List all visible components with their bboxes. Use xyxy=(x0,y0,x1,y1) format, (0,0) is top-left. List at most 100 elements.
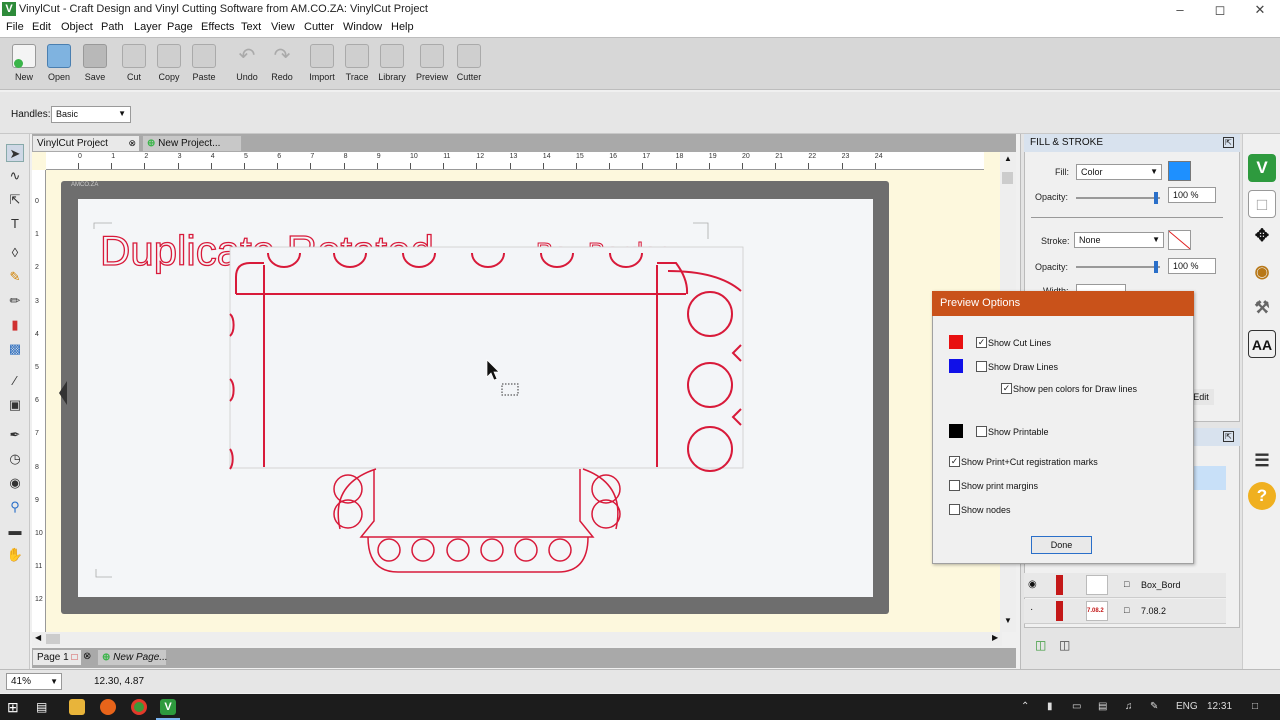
paste-button[interactable]: Paste xyxy=(186,42,222,88)
preview-button[interactable]: Preview xyxy=(414,42,450,88)
menu-layer[interactable]: Layer xyxy=(134,21,162,33)
show-printable-checkbox[interactable] xyxy=(976,426,987,437)
measure-tool-icon[interactable]: ▬ xyxy=(6,522,24,540)
notifications-icon[interactable]: □ xyxy=(1252,701,1258,712)
task-view-icon[interactable]: ▤ xyxy=(36,699,52,715)
microphone-icon[interactable]: ▮ xyxy=(1047,701,1053,712)
done-button[interactable]: Done xyxy=(1031,536,1092,554)
language-indicator[interactable]: ENG xyxy=(1176,701,1198,712)
stroke-color-swatch[interactable] xyxy=(1168,230,1191,250)
zoom-select[interactable]: 41% ▼ xyxy=(6,673,62,690)
tab-new-project[interactable]: ⊕ New Project... xyxy=(142,135,242,152)
tab-vinylcut-project[interactable]: VinylCut Project ⊗ xyxy=(32,135,140,152)
firefox-icon[interactable] xyxy=(100,699,116,715)
layer-row[interactable]: ◉ □ Box_Bord xyxy=(1024,573,1226,598)
menu-object[interactable]: Object xyxy=(61,21,93,33)
pen-icon[interactable]: ✎ xyxy=(1150,701,1158,712)
menu-text[interactable]: Text xyxy=(241,21,261,33)
eraser-tool-icon[interactable]: ▮ xyxy=(6,316,24,334)
scroll-left-icon[interactable]: ◀ xyxy=(35,633,41,642)
fill-opacity-slider[interactable] xyxy=(1076,192,1160,204)
horizontal-scrollbar[interactable]: ◀ ▶ xyxy=(32,632,1002,646)
vinylcut-taskbar-icon[interactable]: V xyxy=(160,699,176,715)
spiral-tool-icon[interactable]: ◉ xyxy=(6,474,24,492)
close-page-icon[interactable]: ⊗ xyxy=(83,651,91,662)
menu-edit[interactable]: Edit xyxy=(32,21,51,33)
chrome-icon[interactable] xyxy=(131,699,147,715)
volume-icon[interactable]: ♫ xyxy=(1125,701,1133,712)
menu-window[interactable]: Window xyxy=(343,21,382,33)
hand-tool-icon[interactable]: ✋ xyxy=(6,546,24,564)
stroke-opacity-slider[interactable] xyxy=(1076,261,1160,273)
redo-button[interactable]: ↷ Redo xyxy=(264,42,300,88)
panel-popout-icon[interactable]: ⇱ xyxy=(1223,137,1234,148)
vinylcut-logo-icon[interactable]: V xyxy=(1248,154,1276,182)
font-icon[interactable]: AA xyxy=(1248,330,1276,358)
pencil-tool-icon[interactable]: ✎ xyxy=(6,268,24,286)
scroll-down-icon[interactable]: ▼ xyxy=(1004,616,1012,625)
menu-view[interactable]: View xyxy=(271,21,295,33)
menu-help[interactable]: Help xyxy=(391,21,414,33)
slider-thumb[interactable] xyxy=(1154,261,1158,273)
node-tool-icon[interactable]: ∿ xyxy=(6,167,24,185)
save-button[interactable]: Save xyxy=(77,42,113,88)
layers-icon[interactable]: ☰ xyxy=(1248,447,1276,475)
menu-path[interactable]: Path xyxy=(101,21,124,33)
minimize-button[interactable]: – xyxy=(1160,0,1200,20)
maximize-button[interactable]: ◻ xyxy=(1200,0,1240,20)
panel-popout-icon[interactable]: ⇱ xyxy=(1223,431,1234,442)
close-button[interactable]: ✕ xyxy=(1240,0,1280,20)
library-button[interactable]: Library xyxy=(374,42,410,88)
hscroll-thumb[interactable] xyxy=(46,634,60,644)
new-button[interactable]: New xyxy=(6,42,42,88)
layer-row[interactable]: · 7.08.2 □ 7.08.2 xyxy=(1024,599,1226,624)
select-tool-icon[interactable]: ➤ xyxy=(6,144,24,162)
copy-button[interactable]: Copy xyxy=(151,42,187,88)
gradient-tool-icon[interactable]: ▣ xyxy=(6,396,24,414)
undo-button[interactable]: ↶ Undo xyxy=(229,42,265,88)
network-icon[interactable]: ▤ xyxy=(1098,701,1107,712)
fill-tool-icon[interactable]: ◊ xyxy=(6,244,24,262)
menu-effects[interactable]: Effects xyxy=(201,21,234,33)
fill-opacity-input[interactable]: 100 % xyxy=(1168,187,1216,203)
tab-page-1[interactable]: Page 1 □ xyxy=(32,649,82,666)
show-print-margins-checkbox[interactable] xyxy=(949,480,960,491)
fill-type-select[interactable]: Color ▼ xyxy=(1076,164,1162,180)
add-layer-icon[interactable]: ◫ xyxy=(1035,638,1046,652)
rotated-box-border[interactable] xyxy=(229,246,744,469)
windows-start-icon[interactable]: ⊞ xyxy=(7,699,23,715)
cut-button[interactable]: Cut xyxy=(116,42,152,88)
close-icon[interactable]: ⊗ xyxy=(128,137,136,149)
tweak-tool-icon[interactable]: ⇱ xyxy=(6,191,24,209)
menu-cutter[interactable]: Cutter xyxy=(304,21,334,33)
trace-button[interactable]: Trace xyxy=(339,42,375,88)
delete-layer-icon[interactable]: ◫ xyxy=(1059,638,1070,652)
show-draw-lines-checkbox[interactable] xyxy=(976,361,987,372)
text-tool-icon[interactable]: T xyxy=(6,215,24,233)
clock[interactable]: 12:31 xyxy=(1207,701,1232,712)
battery-icon[interactable]: ▭ xyxy=(1072,701,1081,712)
scroll-thumb[interactable] xyxy=(1002,172,1013,184)
wrench-icon[interactable]: ⚒ xyxy=(1248,294,1276,322)
show-registration-marks-checkbox[interactable]: ✓ xyxy=(949,456,960,467)
slider-thumb[interactable] xyxy=(1154,192,1158,204)
move-icon[interactable]: ✥ xyxy=(1248,222,1276,250)
import-button[interactable]: Import xyxy=(304,42,340,88)
show-nodes-checkbox[interactable] xyxy=(949,504,960,515)
show-pen-colors-checkbox[interactable]: ✓ xyxy=(1001,383,1012,394)
pen-tool-icon[interactable]: ✒ xyxy=(6,426,24,444)
eye-icon[interactable]: ◉ xyxy=(1028,579,1037,590)
shape-tool-icon[interactable]: ▩ xyxy=(6,340,24,358)
stroke-type-select[interactable]: None ▼ xyxy=(1074,232,1164,248)
eyedropper-tool-icon[interactable]: ∕ xyxy=(6,372,24,390)
cutter-button[interactable]: Cutter xyxy=(451,42,487,88)
show-cut-lines-checkbox[interactable]: ✓ xyxy=(976,337,987,348)
handles-select[interactable]: Basic ▼ xyxy=(51,106,131,123)
bezier-tool-icon[interactable]: ◷ xyxy=(6,450,24,468)
help-icon[interactable]: ? xyxy=(1248,482,1276,510)
menu-file[interactable]: File xyxy=(6,21,24,33)
scroll-right-icon[interactable]: ▶ xyxy=(992,633,998,642)
open-button[interactable]: Open xyxy=(41,42,77,88)
stroke-opacity-input[interactable]: 100 % xyxy=(1168,258,1216,274)
brush-tool-icon[interactable]: ✏ xyxy=(6,292,24,310)
